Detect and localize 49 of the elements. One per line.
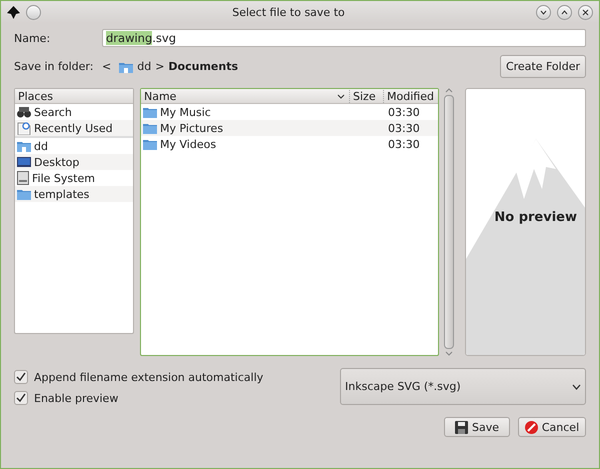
checkbox[interactable] bbox=[14, 391, 28, 405]
save-button[interactable]: Save bbox=[444, 417, 510, 437]
cancel-button[interactable]: Cancel bbox=[518, 417, 586, 437]
name-field[interactable]: drawing.svg bbox=[102, 29, 586, 47]
window-title: Select file to save to bbox=[231, 6, 346, 18]
clock-document-icon bbox=[17, 121, 31, 135]
name-label: Name: bbox=[14, 32, 52, 44]
checkbox[interactable] bbox=[14, 370, 28, 384]
path-separator: > bbox=[155, 60, 164, 73]
maximize-button[interactable] bbox=[557, 4, 572, 20]
path-crumb[interactable]: dd bbox=[137, 60, 152, 73]
file-row[interactable]: My Pictures 03:30 bbox=[141, 120, 438, 136]
folder-icon bbox=[17, 188, 31, 200]
create-folder-button[interactable]: Create Folder bbox=[500, 55, 586, 78]
checkmark-icon bbox=[16, 393, 26, 403]
caret-down-icon bbox=[540, 10, 547, 14]
caret-icon bbox=[572, 384, 581, 390]
column-header[interactable]: Size bbox=[349, 90, 379, 102]
caret-up-icon bbox=[561, 10, 568, 14]
folder-label: Save in folder: bbox=[14, 60, 94, 73]
place-item[interactable]: Recently Used bbox=[15, 120, 133, 138]
app-logo-icon bbox=[7, 6, 20, 18]
path-crumb[interactable]: Documents bbox=[168, 60, 238, 73]
close-button[interactable] bbox=[578, 4, 593, 20]
checkbox-label: Append filename extension automatically bbox=[34, 370, 264, 384]
home-folder-icon bbox=[119, 60, 134, 72]
checkmark-icon bbox=[16, 372, 26, 382]
folder-icon bbox=[143, 106, 157, 118]
column-header[interactable]: Modified bbox=[383, 90, 435, 102]
back-button[interactable]: < bbox=[102, 60, 112, 73]
close-icon bbox=[582, 8, 589, 16]
monitor-icon bbox=[17, 156, 31, 168]
place-item[interactable]: templates bbox=[15, 186, 133, 202]
checkbox-label: Enable preview bbox=[34, 392, 118, 404]
file-type-dropdown[interactable]: Inkscape SVG (*.svg) bbox=[340, 368, 586, 405]
menu-button[interactable] bbox=[26, 4, 41, 20]
scrollbar-thumb[interactable] bbox=[444, 95, 454, 349]
no-preview-text: No preview bbox=[494, 210, 577, 224]
drive-icon bbox=[17, 171, 29, 185]
sort-caret-icon bbox=[337, 94, 345, 98]
home-folder-icon bbox=[17, 140, 31, 152]
minimize-button[interactable] bbox=[536, 4, 551, 20]
binoculars-icon bbox=[17, 106, 31, 118]
cancel-icon bbox=[524, 420, 538, 434]
places-header[interactable]: Places bbox=[15, 89, 133, 104]
column-header[interactable]: Name bbox=[144, 90, 333, 102]
place-item[interactable]: Desktop bbox=[15, 154, 133, 170]
folder-icon bbox=[143, 122, 157, 134]
folder-icon bbox=[143, 138, 157, 150]
